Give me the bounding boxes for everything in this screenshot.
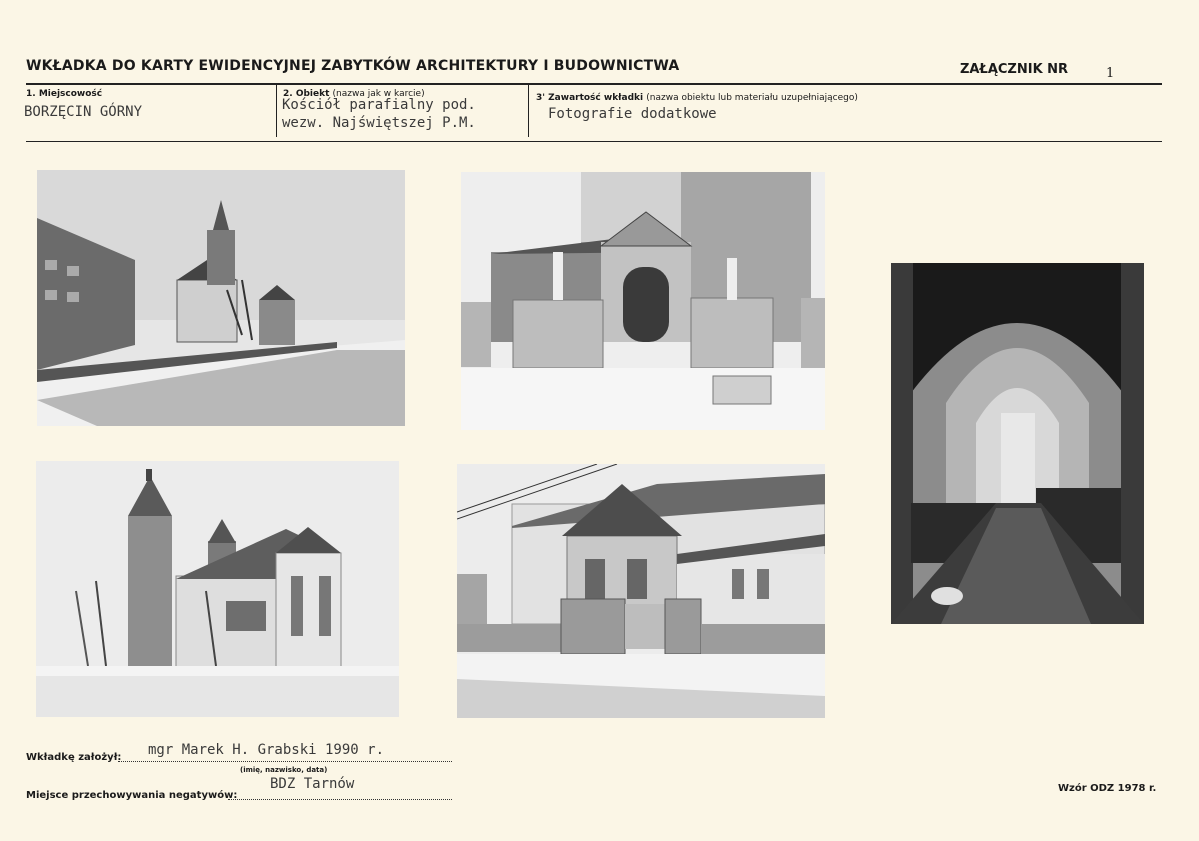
- annex-label: ZAŁĄCZNIK NR: [960, 62, 1069, 77]
- card-title: WKŁADKA DO KARTY EWIDENCYJNEJ ZABYTKÓW A…: [26, 58, 680, 74]
- photo-church-towers: [36, 461, 399, 717]
- inventory-card-insert: WKŁADKA DO KARTY EWIDENCYJNEJ ZABYTKÓW A…: [0, 0, 1199, 841]
- storage-label: Miejsce przechowywania negatywów:: [26, 790, 238, 801]
- contents-label: 3' Zawartość wkładki (nazwa obiektu lub …: [536, 93, 858, 103]
- form-code: Wzór ODZ 1978 r.: [1058, 783, 1157, 794]
- founder-sub-label: (imię, nazwisko, data): [240, 766, 328, 774]
- storage-value: BDZ Tarnów: [270, 776, 355, 792]
- contents-label-text: 3' Zawartość wkładki: [536, 93, 644, 103]
- contents-value: Fotografie dodatkowe: [548, 106, 717, 122]
- photo-church-interior: [891, 263, 1144, 624]
- location-value: BORZĘCIN GÓRNY: [24, 104, 143, 120]
- storage-dotted-line: [228, 799, 452, 800]
- contents-label-note: (nazwa obiektu lub materiału uzupełniają…: [646, 93, 858, 103]
- field-divider-2: [528, 84, 529, 137]
- header-rule-bottom: [26, 141, 1162, 142]
- object-value-line1: Kościół parafialny pod.: [282, 97, 476, 113]
- photo-church-road: [37, 170, 405, 426]
- annex-number: 1: [1106, 66, 1115, 81]
- header-rule-top: [26, 83, 1162, 85]
- founder-label: Wkładkę założył:: [26, 752, 122, 763]
- location-label: 1. Miejscowość: [26, 89, 103, 99]
- photo-church-gate: [461, 172, 825, 430]
- founder-value: mgr Marek H. Grabski 1990 r.: [148, 742, 385, 758]
- founder-dotted-line: [118, 761, 452, 762]
- field-divider-1: [276, 84, 277, 137]
- object-value-line2: wezw. Najświętszej P.M.: [282, 115, 476, 131]
- photo-church-apse: [457, 464, 825, 718]
